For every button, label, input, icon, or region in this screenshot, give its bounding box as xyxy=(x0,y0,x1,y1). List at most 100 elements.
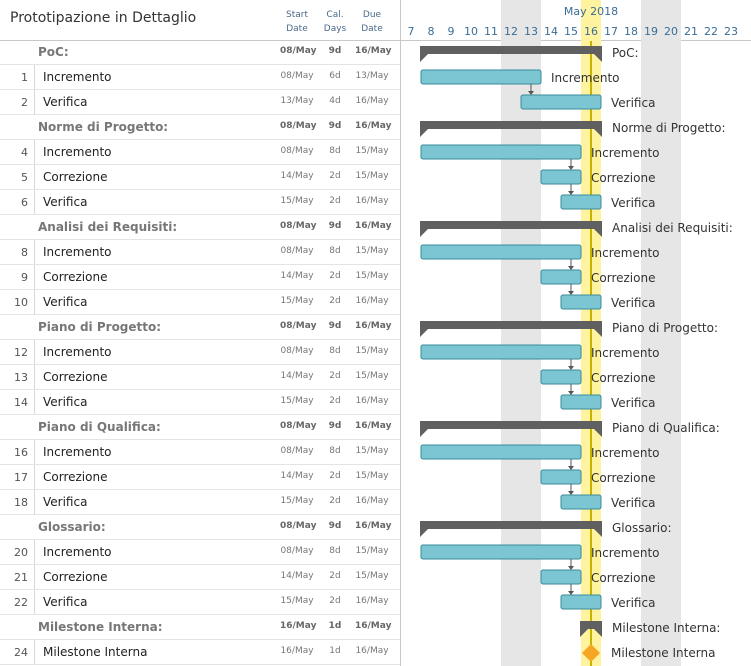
cal-days: 2d xyxy=(329,171,341,181)
row-number: 17 xyxy=(14,471,28,484)
day-tick-label: 22 xyxy=(704,25,718,38)
start-date: 08/May xyxy=(280,46,317,56)
group-row[interactable]: Piano di Qualifica: 08/May 9d 16/May xyxy=(0,415,400,440)
group-row[interactable]: Glossario: 08/May 9d 16/May xyxy=(0,515,400,540)
cal-days: 9d xyxy=(328,321,342,331)
day-tick-label: 11 xyxy=(484,25,498,38)
task-bar-label: Correzione xyxy=(591,471,655,485)
row-number: 21 xyxy=(14,571,28,584)
cal-days: 2d xyxy=(329,196,341,206)
task-name: Verifica xyxy=(43,395,88,409)
task-row[interactable]: 8 Incremento 08/May 8d 15/May xyxy=(0,240,400,265)
due-date: 16/May xyxy=(355,596,389,606)
due-date: 16/May xyxy=(355,96,389,106)
task-row[interactable]: 13 Correzione 14/May 2d 15/May xyxy=(0,365,400,390)
cal-days: 4d xyxy=(329,96,341,106)
task-row[interactable]: 1 Incremento 08/May 6d 13/May xyxy=(0,65,400,90)
row-indent-line xyxy=(34,290,35,315)
task-name: Piano di Progetto: xyxy=(38,320,162,334)
start-date: 13/May xyxy=(280,96,314,106)
task-bar-label: Incremento xyxy=(591,446,660,460)
row-number: 12 xyxy=(14,346,28,359)
row-number: 22 xyxy=(14,596,28,609)
task-name: Verifica xyxy=(43,195,88,209)
start-date: 08/May xyxy=(280,146,314,156)
start-date-header-line1: Start xyxy=(286,10,308,20)
task-row[interactable]: 24 Milestone Interna 16/May 1d 16/May xyxy=(0,640,400,665)
task-row[interactable]: 20 Incremento 08/May 8d 15/May xyxy=(0,540,400,565)
task-bar xyxy=(560,594,602,610)
group-row[interactable]: Piano di Progetto: 08/May 9d 16/May xyxy=(0,315,400,340)
task-row[interactable]: 17 Correzione 14/May 2d 15/May xyxy=(0,465,400,490)
task-name: Norme di Progetto: xyxy=(38,120,169,134)
task-row[interactable]: 9 Correzione 14/May 2d 15/May xyxy=(0,265,400,290)
task-row[interactable]: 6 Verifica 15/May 2d 16/May xyxy=(0,190,400,215)
task-name: Incremento xyxy=(43,545,112,559)
day-tick-label: 10 xyxy=(464,25,478,38)
task-bar xyxy=(420,444,582,460)
task-bar xyxy=(540,269,582,285)
summary-bar-label: Piano di Progetto: xyxy=(612,321,718,335)
task-row[interactable]: 10 Verifica 15/May 2d 16/May xyxy=(0,290,400,315)
task-row[interactable]: 21 Correzione 14/May 2d 15/May xyxy=(0,565,400,590)
cal-days: 8d xyxy=(329,346,341,356)
task-row[interactable]: 12 Incremento 08/May 8d 15/May xyxy=(0,340,400,365)
start-date: 14/May xyxy=(280,471,314,481)
task-bar xyxy=(540,369,582,385)
cal-days: 2d xyxy=(329,496,341,506)
due-date: 15/May xyxy=(355,571,389,581)
start-date: 08/May xyxy=(280,121,317,131)
due-date: 16/May xyxy=(355,421,392,431)
task-row[interactable]: 16 Incremento 08/May 8d 15/May xyxy=(0,440,400,465)
task-name: Incremento xyxy=(43,445,112,459)
task-bar xyxy=(420,69,542,85)
task-row[interactable]: 2 Verifica 13/May 4d 16/May xyxy=(0,90,400,115)
start-date: 08/May xyxy=(280,446,314,456)
task-name: Milestone Interna: xyxy=(38,620,163,634)
day-tick-label: 21 xyxy=(684,25,698,38)
task-bar xyxy=(560,194,602,210)
task-row[interactable]: 5 Correzione 14/May 2d 15/May xyxy=(0,165,400,190)
task-row[interactable]: 18 Verifica 15/May 2d 16/May xyxy=(0,490,400,515)
day-tick-label: 15 xyxy=(564,25,578,38)
task-name: Verifica xyxy=(43,95,88,109)
gantt-chart: May 2018 7 8 9 10 11 12 13 14 15 16 17 18 19 20 21 22 23 P… xyxy=(401,0,751,666)
row-indent-line xyxy=(34,365,35,390)
dependency-arrow xyxy=(568,491,574,495)
cal-days: 8d xyxy=(329,146,341,156)
summary-bar-label: Norme di Progetto: xyxy=(612,121,726,135)
row-number: 4 xyxy=(21,146,28,159)
group-row[interactable]: Analisi dei Requisiti: 08/May 9d 16/May xyxy=(0,215,400,240)
cal-days: 9d xyxy=(328,521,342,531)
group-row[interactable]: Norme di Progetto: 08/May 9d 16/May xyxy=(0,115,400,140)
cal-days: 2d xyxy=(329,371,341,381)
due-date: 15/May xyxy=(355,471,389,481)
due-date: 15/May xyxy=(355,446,389,456)
task-name: Correzione xyxy=(43,570,108,584)
start-date: 15/May xyxy=(280,396,314,406)
due-date: 15/May xyxy=(355,346,389,356)
task-row[interactable]: 4 Incremento 08/May 8d 15/May xyxy=(0,140,400,165)
due-date: 13/May xyxy=(355,71,389,81)
due-date: 15/May xyxy=(355,546,389,556)
task-row[interactable]: 14 Verifica 15/May 2d 16/May xyxy=(0,390,400,415)
dependency-arrow xyxy=(568,366,574,370)
task-name: Verifica xyxy=(43,495,88,509)
due-date: 16/May xyxy=(355,646,389,656)
start-date: 14/May xyxy=(280,171,314,181)
day-tick-label: 12 xyxy=(504,25,518,38)
dependency-arrow xyxy=(568,266,574,270)
task-bar-label: Correzione xyxy=(591,171,655,185)
group-row[interactable]: PoC: 08/May 9d 16/May xyxy=(0,40,400,65)
month-label: May 2018 xyxy=(564,5,618,18)
summary-bar-label: PoC: xyxy=(612,46,639,60)
due-date: 16/May xyxy=(355,46,392,56)
task-bar xyxy=(540,569,582,585)
task-bar-label: Incremento xyxy=(591,546,660,560)
task-row[interactable]: 22 Verifica 15/May 2d 16/May xyxy=(0,590,400,615)
due-date: 16/May xyxy=(355,496,389,506)
gantt-svg: May 2018 7 8 9 10 11 12 13 14 15 16 17 18 19 20 21 22 23 P… xyxy=(408,0,738,666)
task-bar-label: Verifica xyxy=(611,96,655,110)
group-row[interactable]: Milestone Interna: 16/May 1d 16/May xyxy=(0,615,400,640)
cal-days: 2d xyxy=(329,471,341,481)
